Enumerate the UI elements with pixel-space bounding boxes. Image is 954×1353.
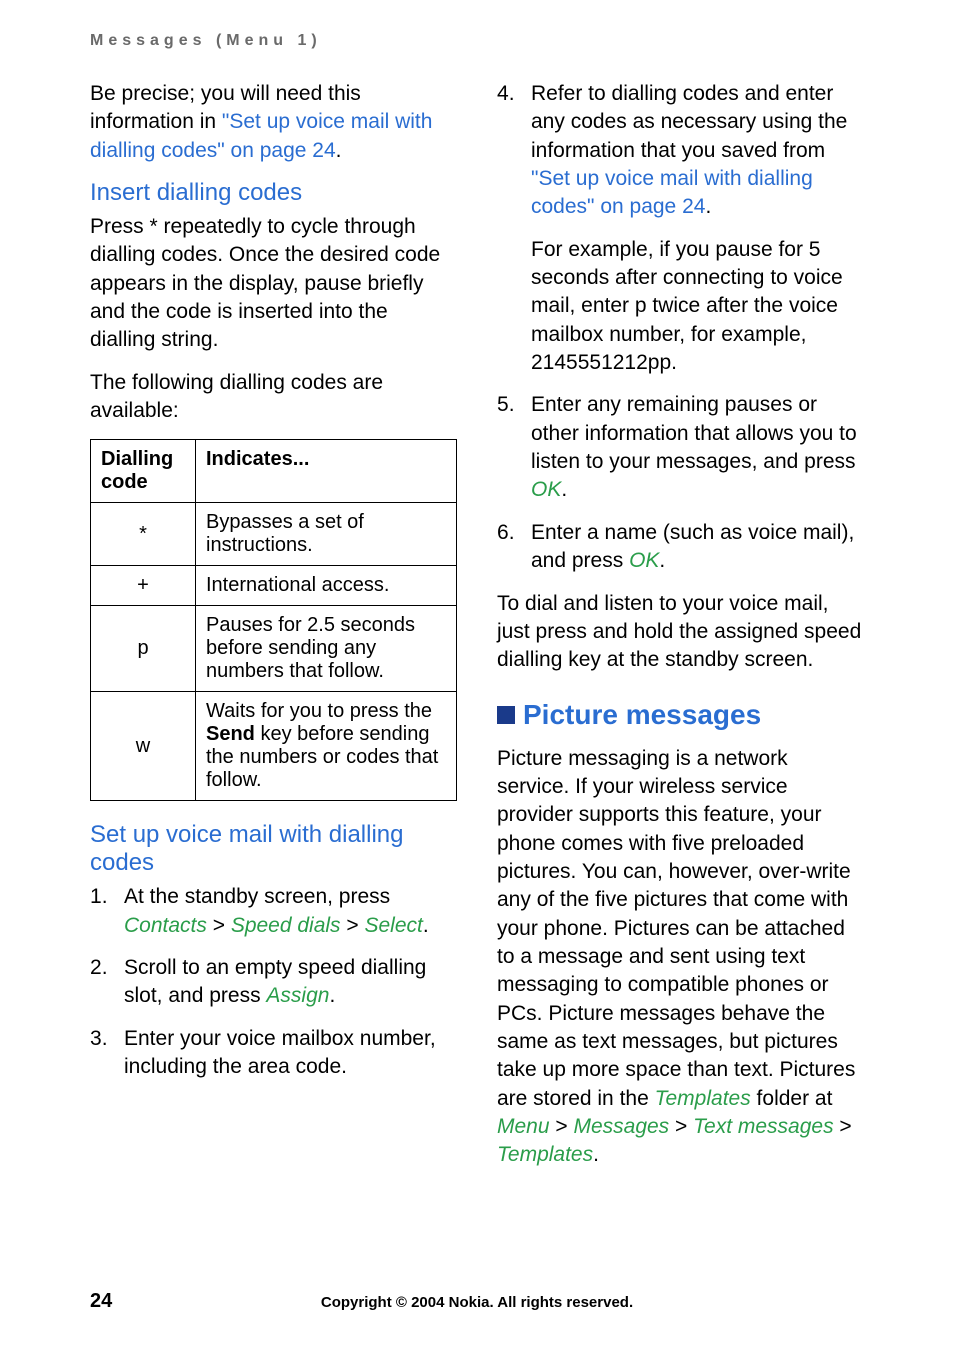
left-column: Be precise; you will need this informati…: [90, 80, 457, 1184]
list-item: Enter your voice mailbox number, includi…: [90, 1025, 457, 1082]
menu-templates: Templates: [497, 1143, 593, 1166]
page-footer: 24Copyright © 2004 Nokia. All rights res…: [90, 1290, 864, 1313]
code-cell: p: [91, 606, 196, 692]
text: >: [550, 1115, 574, 1138]
text: >: [341, 914, 365, 937]
intro-paragraph: Be precise; you will need this informati…: [90, 80, 457, 165]
list-item: Refer to dialling codes and enter any co…: [497, 80, 864, 377]
setup-steps-left: At the standby screen, press Contacts > …: [90, 883, 457, 1081]
right-column: Refer to dialling codes and enter any co…: [497, 80, 864, 1184]
th-indicates: Indicates...: [196, 440, 457, 503]
dialling-codes-table: Dialling code Indicates... * Bypasses a …: [90, 439, 457, 801]
section-picture-messages: Picture messages: [497, 699, 864, 731]
action-assign: Assign: [266, 984, 329, 1007]
text: .: [705, 195, 711, 218]
example-paragraph: For example, if you pause for 5 seconds …: [531, 236, 864, 378]
text: >: [834, 1115, 852, 1138]
insert-description: Press * repeatedly to cycle through dial…: [90, 213, 457, 355]
action-ok: OK: [531, 478, 561, 501]
code-cell: w: [91, 692, 196, 801]
text: .: [423, 914, 429, 937]
content-columns: Be precise; you will need this informati…: [90, 80, 864, 1184]
page-header: Messages (Menu 1): [90, 32, 864, 50]
setup-steps-right: Refer to dialling codes and enter any co…: [497, 80, 864, 576]
desc-cell: International access.: [196, 566, 457, 606]
text: Enter a name (such as voice mail), and p…: [531, 521, 854, 572]
page-number: 24: [90, 1290, 210, 1313]
text: folder at: [751, 1087, 833, 1110]
send-key: Send: [206, 723, 255, 745]
menu-select: Select: [365, 914, 423, 937]
heading-insert-dialling-codes: Insert dialling codes: [90, 179, 457, 207]
copyright-text: Copyright © 2004 Nokia. All rights reser…: [210, 1294, 744, 1311]
picture-messages-paragraph: Picture messaging is a network service. …: [497, 745, 864, 1170]
list-item: Enter any remaining pauses or other info…: [497, 391, 864, 504]
text: >: [669, 1115, 693, 1138]
menu-text-messages: Text messages: [693, 1115, 833, 1138]
desc-cell: Bypasses a set of instructions.: [196, 503, 457, 566]
desc-cell: Waits for you to press the Send key befo…: [196, 692, 457, 801]
menu-contacts: Contacts: [124, 914, 207, 937]
table-header-row: Dialling code Indicates...: [91, 440, 457, 503]
text: .: [329, 984, 335, 1007]
menu-speed-dials: Speed dials: [231, 914, 341, 937]
th-dialling-code: Dialling code: [91, 440, 196, 503]
text: At the standby screen, press: [124, 885, 390, 908]
list-item: Enter a name (such as voice mail), and p…: [497, 519, 864, 576]
desc-cell: Pauses for 2.5 seconds before sending an…: [196, 606, 457, 692]
codes-intro: The following dialling codes are availab…: [90, 369, 457, 426]
text: Waits for you to press the: [206, 700, 432, 722]
code-cell: *: [91, 503, 196, 566]
dial-listen-paragraph: To dial and listen to your voice mail, j…: [497, 590, 864, 675]
text: Refer to dialling codes and enter any co…: [531, 82, 847, 162]
menu-messages: Messages: [573, 1115, 669, 1138]
code-cell: +: [91, 566, 196, 606]
square-bullet-icon: [497, 706, 515, 724]
text: .: [561, 478, 567, 501]
table-row: * Bypasses a set of instructions.: [91, 503, 457, 566]
folder-templates: Templates: [655, 1087, 751, 1110]
list-item: Scroll to an empty speed dialling slot, …: [90, 954, 457, 1011]
table-row: p Pauses for 2.5 seconds before sending …: [91, 606, 457, 692]
table-row: + International access.: [91, 566, 457, 606]
text: Enter any remaining pauses or other info…: [531, 393, 857, 473]
action-ok: OK: [629, 549, 659, 572]
heading-setup-voicemail: Set up voice mail with dialling codes: [90, 821, 457, 877]
text: .: [593, 1143, 599, 1166]
section-title-text: Picture messages: [523, 699, 761, 730]
text: .: [659, 549, 665, 572]
table-row: w Waits for you to press the Send key be…: [91, 692, 457, 801]
list-item: At the standby screen, press Contacts > …: [90, 883, 457, 940]
text: .: [336, 139, 342, 162]
menu-menu: Menu: [497, 1115, 550, 1138]
text: Picture messaging is a network service. …: [497, 747, 855, 1110]
text: >: [207, 914, 231, 937]
link-setup-voicemail[interactable]: "Set up voice mail with dialling codes" …: [531, 167, 813, 218]
